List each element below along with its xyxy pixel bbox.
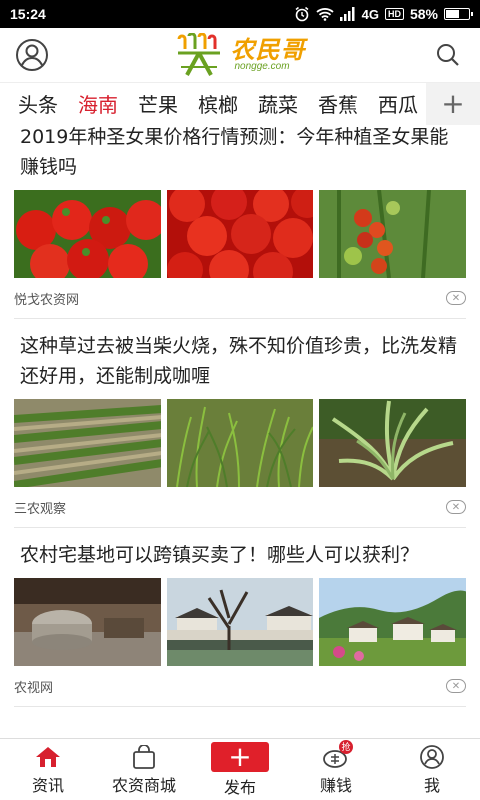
nav-earn[interactable]: 抢 赚钱 — [288, 739, 384, 800]
add-channel-button[interactable]: + — [426, 82, 480, 125]
dismiss-button[interactable]: ✕ — [446, 500, 466, 514]
nav-mall[interactable]: 农资商城 — [96, 739, 192, 800]
battery-icon — [444, 8, 473, 20]
wifi-icon — [316, 7, 334, 21]
home-icon — [33, 744, 63, 770]
network-type: 4G — [361, 6, 379, 22]
village-tree-image[interactable] — [166, 578, 314, 666]
article-source: 悦戈农资网 — [14, 292, 80, 308]
article-item[interactable]: 农村宅基地可以跨镇买卖了！哪些人可以获利？ 农视网 ✕ — [14, 528, 467, 707]
nav-publish[interactable]: + 发布 — [192, 739, 288, 800]
article-item[interactable]: 这种草过去被当柴火烧，殊不知价值珍贵，比洗发精还好用，还能制成咖喱 三农观察 ✕ — [14, 319, 467, 528]
status-indicators: 4G HD 58% — [294, 6, 473, 22]
user-icon — [417, 744, 447, 770]
tab-3[interactable]: 槟榔 — [188, 83, 248, 124]
article-source: 三农观察 — [14, 501, 67, 517]
village-houses-image[interactable] — [319, 578, 467, 666]
earn-badge: 抢 — [339, 739, 353, 754]
article-meta: 悦戈农资网 ✕ — [14, 278, 466, 318]
app-header: 农民哥 nongge.com — [0, 28, 480, 82]
battery-percent: 58% — [409, 6, 438, 22]
coin-icon: 抢 — [321, 739, 353, 770]
profile-button[interactable] — [12, 35, 52, 75]
user-icon — [16, 39, 48, 71]
signal-icon — [339, 7, 356, 21]
nav-news[interactable]: 资讯 — [0, 739, 96, 800]
search-button[interactable] — [428, 35, 468, 75]
search-icon — [437, 44, 459, 66]
tab-1[interactable]: 海南 — [68, 83, 128, 124]
cherry-tomatoes-image[interactable] — [14, 190, 161, 278]
lemongrass-plant-image[interactable] — [319, 399, 467, 487]
tab-6[interactable]: 西瓜 — [368, 83, 426, 124]
dismiss-button[interactable]: ✕ — [446, 291, 466, 305]
stone-mill-image[interactable] — [14, 578, 161, 666]
logo-icon — [177, 33, 220, 76]
tab-list: 头条 海南 芒果 槟榔 蔬菜 香蕉 西瓜 — [0, 83, 426, 124]
nav-publish-label: 发布 — [223, 777, 256, 797]
nav-news-label: 资讯 — [31, 775, 64, 795]
article-images — [14, 578, 467, 666]
article-title[interactable]: 这种草过去被当柴火烧，殊不知价值珍贵，比洗发精还好用，还能制成咖喱 — [14, 331, 466, 391]
nav-me-label: 我 — [423, 775, 440, 795]
tab-4[interactable]: 蔬菜 — [248, 83, 308, 124]
status-time: 15:24 — [10, 6, 46, 22]
nav-mall-label: 农资商城 — [111, 775, 176, 795]
dismiss-button[interactable]: ✕ — [446, 679, 466, 693]
battery-level — [446, 10, 459, 18]
nav-earn-label: 赚钱 — [319, 775, 352, 795]
article-meta: 农视网 ✕ — [14, 666, 466, 706]
red-tomatoes-image[interactable] — [166, 190, 314, 278]
tab-0[interactable]: 头条 — [8, 83, 68, 124]
article-source: 农视网 — [14, 680, 54, 696]
status-bar: 15:24 4G HD 58% — [0, 0, 480, 28]
article-meta: 三农观察 ✕ — [14, 487, 466, 527]
bottom-navigation: 资讯 农资商城 + 发布 抢 赚钱 我 — [0, 738, 480, 800]
logo-title: 农民哥 — [230, 36, 306, 64]
tomato-plant-image[interactable] — [319, 190, 467, 278]
hd-badge: HD — [384, 8, 404, 20]
article-images — [14, 399, 467, 487]
plus-icon: + — [211, 741, 269, 772]
grass-rows-image[interactable] — [14, 399, 161, 487]
alarm-icon — [294, 6, 310, 22]
article-title[interactable]: 农村宅基地可以跨镇买卖了！哪些人可以获利？ — [14, 540, 466, 570]
tab-2[interactable]: 芒果 — [128, 83, 188, 124]
news-feed: 2019年种圣女果价格行情预测：今年种植圣女果能赚钱吗 悦戈农资网 ✕ 这种草过… — [0, 120, 480, 738]
article-title[interactable]: 2019年种圣女果价格行情预测：今年种植圣女果能赚钱吗 — [14, 122, 466, 182]
article-item[interactable]: 2019年种圣女果价格行情预测：今年种植圣女果能赚钱吗 悦戈农资网 ✕ — [14, 122, 467, 319]
logo-domain: nongge.com — [234, 61, 290, 72]
grass-field-image[interactable] — [166, 399, 314, 487]
shopping-bag-icon — [129, 744, 159, 770]
tab-5[interactable]: 香蕉 — [308, 83, 368, 124]
article-images — [14, 190, 467, 278]
channel-tabs: 头条 海南 芒果 槟榔 蔬菜 香蕉 西瓜 + — [0, 82, 480, 125]
nav-me[interactable]: 我 — [384, 739, 480, 800]
app-logo: 农民哥 nongge.com — [175, 33, 306, 77]
